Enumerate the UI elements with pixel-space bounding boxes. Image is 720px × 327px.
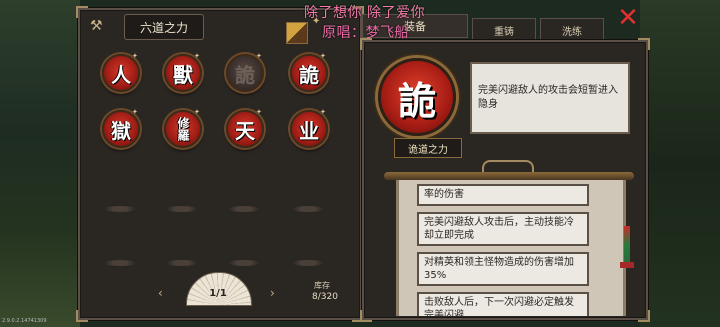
stock-label: 库存 (314, 281, 330, 290)
lyric-line-1: 除了想你 除了爱你 (304, 5, 425, 21)
power-glyph: 天 (235, 118, 255, 143)
perk-item: 对精英和领主怪物造成的伤害增加35% (417, 252, 589, 286)
star-icon: ✦ (256, 52, 262, 60)
selected-power-orb: 詭 (378, 58, 456, 136)
build-id: 2.9.0.2.14741309 (2, 318, 47, 324)
selected-power-glyph: 詭 (397, 77, 436, 123)
background-left (0, 0, 80, 327)
empty-slot[interactable] (166, 206, 198, 212)
perk-item: 击败敌人后，下一次闪避必定触发完美闪避 (417, 292, 589, 316)
next-page-icon[interactable]: › (270, 286, 275, 300)
empty-slot[interactable] (228, 206, 260, 212)
panel-title: 六道之力 (124, 14, 204, 40)
power-description-box: 完美闪避敌人的攻击会短暂进入隐身 (470, 62, 630, 134)
star-icon: ✦ (194, 52, 200, 60)
star-icon: ✦ (256, 108, 262, 116)
empty-slot[interactable] (104, 206, 136, 212)
power-glyph: 獄 (111, 118, 131, 143)
background-right (640, 0, 720, 327)
power-glyph: 人 (111, 62, 131, 87)
six-paths-panel: ⚒ 六道之力 ✦ 人 ✦ 獸 ✦ 詭 ✦ 詭 ✦ 獄 ✦ 修羅 ✦ 天 ✦ 业 … (76, 6, 364, 322)
star-icon: ✦ (194, 108, 200, 116)
empty-slot[interactable] (292, 206, 324, 212)
power-glyph: 修羅 (176, 117, 190, 141)
empty-slot[interactable] (292, 260, 324, 266)
power-glyph: 詭 (235, 62, 255, 87)
tab-forge[interactable]: 重铸 (472, 18, 536, 42)
star-icon: ✦ (132, 52, 138, 60)
selected-power-name: 诡道之力 (394, 138, 462, 158)
tassel-tip (620, 262, 634, 268)
star-icon: ✦ (320, 108, 326, 116)
star-icon: ✦ (320, 52, 326, 60)
power-glyph: 詭 (299, 62, 319, 87)
perk-item: 率的伤害 (417, 184, 589, 206)
power-glyph: 獸 (173, 62, 193, 87)
empty-slot[interactable] (166, 260, 198, 266)
sort-icon[interactable] (286, 22, 308, 44)
empty-slot[interactable] (228, 260, 260, 266)
prev-page-icon[interactable]: ‹ (158, 286, 163, 300)
tab-wash[interactable]: 洗练 (540, 18, 604, 42)
tassel-decoration (624, 226, 630, 264)
power-glyph: 业 (299, 118, 319, 143)
star-icon: ✦ (132, 108, 138, 116)
perk-item: 完美闪避敌人攻击后，主动技能冷却立即完成 (417, 212, 589, 246)
empty-slot[interactable] (104, 260, 136, 266)
close-icon[interactable]: ✕ (614, 4, 642, 32)
power-description: 完美闪避敌人的攻击会短暂进入隐身 (478, 85, 618, 110)
stock-count: 8/320 (312, 292, 338, 302)
pager: ‹ 1/1 › (142, 272, 292, 312)
tools-icon: ⚒ (90, 18, 103, 34)
perk-scroll[interactable]: 率的伤害 完美闪避敌人攻击后，主动技能冷却立即完成 对精英和领主怪物造成的伤害增… (396, 180, 626, 316)
scroll-rod (384, 172, 634, 180)
page-number: 1/1 (209, 288, 227, 299)
